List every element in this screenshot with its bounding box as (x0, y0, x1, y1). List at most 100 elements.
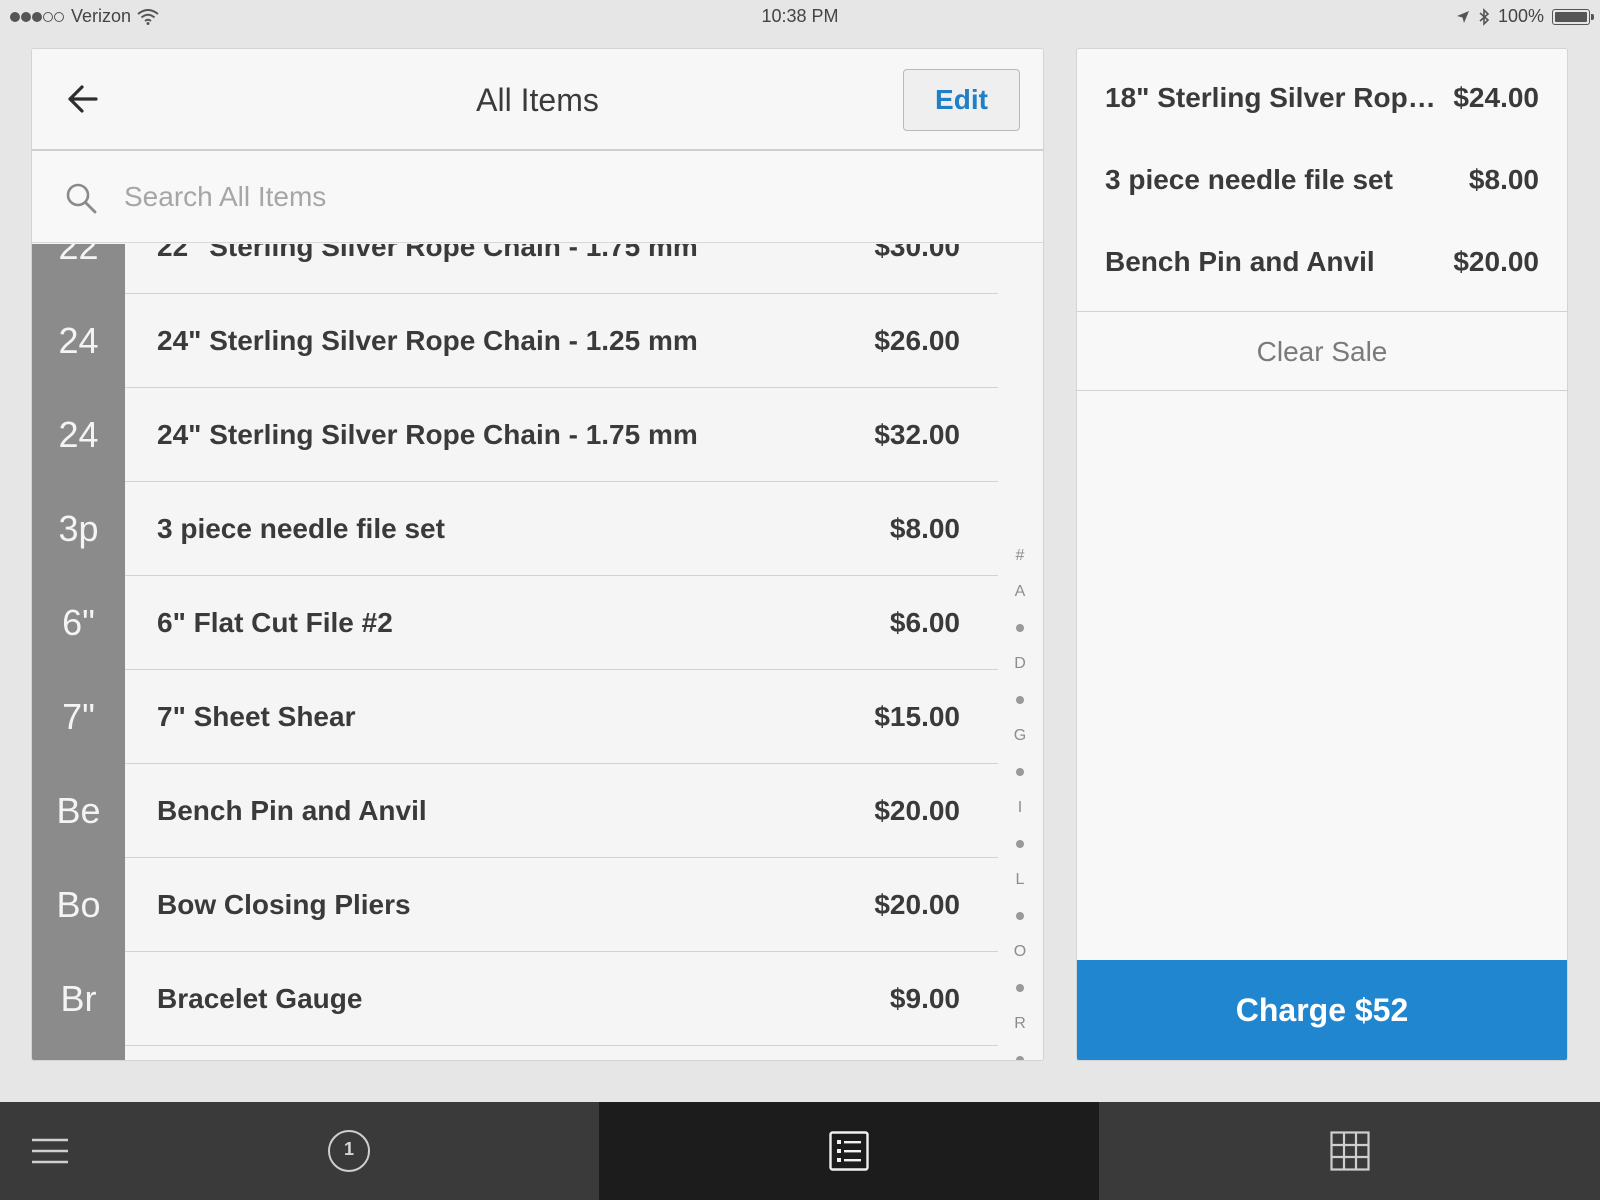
index-dot[interactable] (997, 898, 1043, 934)
item-name: Bow Closing Pliers (157, 889, 411, 920)
bottom-tab-bar: 1 (0, 1102, 1600, 1200)
index-dot-icon (1016, 911, 1024, 920)
hamburger-menu-icon (31, 1138, 68, 1164)
index-letter[interactable]: L (997, 862, 1043, 898)
sale-line-price: $24.00 (1453, 82, 1539, 113)
item-price: $20.00 (874, 795, 960, 826)
item-name: 22" Sterling Silver Rope Chain - 1.75 mm (157, 244, 698, 262)
index-letter[interactable]: I (997, 790, 1043, 826)
item-name: 6" Flat Cut File #2 (157, 607, 393, 638)
item-price: $15.00 (874, 701, 960, 732)
index-dot-icon (1016, 983, 1024, 992)
item-price: $9.00 (889, 983, 960, 1014)
item-price: $26.00 (874, 325, 960, 356)
item-row[interactable]: 24 24" Sterling Silver Rope Chain - 1.75 … (32, 388, 998, 482)
item-row[interactable]: Be Bench Pin and Anvil $20.00 (32, 764, 998, 858)
index-letter[interactable]: # (997, 538, 1043, 574)
page-title: All Items (476, 82, 599, 118)
item-row[interactable]: 24 24" Sterling Silver Rope Chain - 1.25 … (32, 294, 998, 388)
item-row[interactable]: 3p 3 piece needle file set $8.00 (32, 482, 998, 576)
status-right: 100% (1456, 6, 1594, 27)
item-name: 24" Sterling Silver Rope Chain - 1.75 mm (157, 419, 698, 450)
sale-line-name: 3 piece needle file set (1105, 164, 1393, 195)
battery-level (1555, 11, 1587, 22)
index-dot[interactable] (997, 610, 1043, 646)
tab-item-grid[interactable] (1099, 1102, 1600, 1200)
item-abbreviation-tile (32, 1046, 125, 1060)
index-letter[interactable]: O (997, 934, 1043, 970)
battery-icon (1552, 8, 1594, 25)
item-row[interactable]: 6" 6" Flat Cut File #2 $6.00 (32, 576, 998, 670)
edit-button[interactable]: Edit (903, 69, 1020, 131)
index-dot-icon (1016, 1055, 1024, 1060)
item-library-panel: All Items Edit 22 22" Sterling Silver Rop… (31, 48, 1044, 1061)
search-input[interactable] (124, 173, 944, 221)
search-bar (32, 151, 1043, 243)
clear-sale-button[interactable]: Clear Sale (1077, 311, 1567, 391)
item-abbreviation-tile: 24 (32, 388, 125, 482)
item-abbreviation-tile: Be (32, 764, 125, 858)
item-abbreviation-tile: Bo (32, 858, 125, 952)
item-row[interactable]: Bo Bow Closing Pliers $20.00 (32, 858, 998, 952)
index-letter[interactable]: R (997, 1006, 1043, 1042)
index-letter[interactable]: D (997, 646, 1043, 682)
item-abbreviation-tile: 3p (32, 482, 125, 576)
index-dot-icon (1016, 839, 1024, 848)
item-row[interactable]: 22 22" Sterling Silver Rope Chain - 1.75 … (32, 244, 998, 294)
item-row-partial[interactable] (32, 1046, 998, 1060)
index-dot-icon (1016, 767, 1024, 776)
item-name: Bracelet Gauge (157, 983, 363, 1014)
sale-line-item[interactable]: Bench Pin and Anvil $20.00 (1077, 221, 1567, 303)
index-dot-icon (1016, 695, 1024, 704)
item-abbreviation-tile: 7" (32, 670, 125, 764)
index-dot[interactable] (997, 970, 1043, 1006)
grid-view-icon (1329, 1131, 1370, 1171)
index-dot-icon (1016, 623, 1024, 632)
charge-button[interactable]: Charge $52 (1077, 960, 1567, 1060)
sale-line-items: 18" Sterling Silver Rope... $24.00 3 piece… (1077, 49, 1567, 311)
item-list-inner: 22 22" Sterling Silver Rope Chain - 1.75 … (32, 244, 1043, 1060)
index-dot[interactable] (997, 754, 1043, 790)
index-dot[interactable] (997, 826, 1043, 862)
tab-open-tickets[interactable]: 1 (99, 1102, 599, 1200)
item-name: 3 piece needle file set (157, 513, 445, 544)
item-price: $20.00 (874, 889, 960, 920)
location-arrow-icon (1456, 10, 1469, 23)
sale-line-item[interactable]: 18" Sterling Silver Rope... $24.00 (1077, 57, 1567, 139)
index-letter[interactable]: G (997, 718, 1043, 754)
item-row[interactable]: Br Bracelet Gauge $9.00 (32, 952, 998, 1046)
battery-percent: 100% (1497, 6, 1544, 26)
index-dot[interactable] (997, 1042, 1043, 1060)
index-dot[interactable] (997, 682, 1043, 718)
status-bar: Verizon 10:38 PM 100% (0, 0, 1600, 32)
current-sale-panel: 18" Sterling Silver Rope... $24.00 3 piece… (1076, 48, 1568, 1061)
sale-line-item[interactable]: 3 piece needle file set $8.00 (1077, 139, 1567, 221)
ticket-count: 1 (343, 1139, 354, 1159)
item-name: 7" Sheet Shear (157, 701, 356, 732)
item-abbreviation-tile: 22 (32, 244, 125, 294)
sale-line-price: $20.00 (1453, 246, 1539, 277)
item-name: Bench Pin and Anvil (157, 795, 427, 826)
item-row[interactable]: 7" 7" Sheet Shear $15.00 (32, 670, 998, 764)
item-price: $30.00 (874, 244, 960, 262)
item-price: $6.00 (889, 607, 960, 638)
bluetooth-icon (1479, 7, 1490, 26)
alphabet-index[interactable]: #ADGILORTWZ (997, 538, 1043, 1060)
item-abbreviation-tile: 6" (32, 576, 125, 670)
item-price: $32.00 (874, 419, 960, 450)
sale-line-name: 18" Sterling Silver Rope... (1105, 82, 1442, 113)
item-abbreviation-tile: 24 (32, 294, 125, 388)
item-list: 22 22" Sterling Silver Rope Chain - 1.75 … (32, 244, 1043, 1060)
index-letter[interactable]: A (997, 574, 1043, 610)
status-time: 10:38 PM (761, 6, 839, 26)
sale-line-price: $8.00 (1468, 164, 1539, 195)
item-name: 24" Sterling Silver Rope Chain - 1.25 mm (157, 325, 698, 356)
tab-item-list[interactable] (599, 1102, 1099, 1200)
sale-line-name: Bench Pin and Anvil (1105, 246, 1375, 277)
search-icon (66, 183, 97, 214)
list-view-icon (829, 1131, 869, 1171)
tab-menu[interactable] (0, 1102, 99, 1200)
item-abbreviation-tile: Br (32, 952, 125, 1046)
library-header: All Items Edit (32, 49, 1043, 151)
item-price: $8.00 (889, 513, 960, 544)
